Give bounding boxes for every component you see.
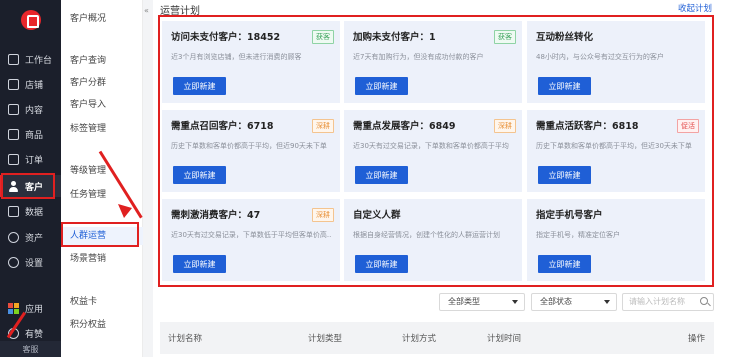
submenu-item-levels[interactable]: 等级管理 (61, 162, 143, 180)
status-select[interactable]: 全部状态 (531, 293, 617, 311)
nav-label: 资产 (25, 233, 44, 244)
nav-label: 内容 (25, 105, 44, 116)
submenu-item-points[interactable]: 积分权益 (61, 316, 143, 334)
nav-label: 工作台 (25, 55, 53, 66)
nav-item-workbench[interactable]: 工作台 (0, 48, 61, 70)
plan-search-input[interactable]: 请输入计划名称 (622, 293, 714, 311)
gear-icon (8, 256, 19, 268)
collapse-plan-link[interactable]: 收起计划 (678, 2, 712, 14)
main-content: 运营计划 收起计划 访问未支付客户：18452 近3个月有浏览店铺，但未进行消费… (153, 0, 730, 357)
col-plan-name: 计划名称 (168, 334, 203, 344)
table-header: 计划名称 计划类型 计划方式 计划时间 操作 (160, 322, 714, 354)
status-select-value: 全部状态 (540, 297, 572, 306)
support-button[interactable]: 客服 (0, 341, 61, 357)
search-icon[interactable] (700, 297, 708, 305)
caret-down-icon (604, 300, 610, 304)
nav-item-apps[interactable]: 应用 (0, 297, 61, 319)
arrowhead-icon (118, 204, 132, 218)
brand-logo-icon[interactable] (21, 10, 41, 30)
nav-item-store[interactable]: 店铺 (0, 73, 61, 95)
goods-icon (8, 128, 19, 140)
submenu-item-tags[interactable]: 标签管理 (61, 120, 143, 138)
secondary-menu: 客户概况 客户查询 客户分群 客户导入 标签管理 等级管理 任务管理 人群运营 … (61, 0, 167, 357)
nav-label: 店铺 (25, 80, 44, 91)
submenu-item-scene-marketing[interactable]: 场景营销 (61, 250, 143, 268)
col-actions: 操作 (688, 334, 706, 344)
support-label: 客服 (22, 344, 39, 354)
nav-item-asset[interactable]: 资产 (0, 226, 61, 248)
store-icon (8, 78, 19, 90)
col-plan-time: 计划时间 (487, 334, 522, 344)
chevron-left-icon: « (144, 6, 149, 15)
nav-item-order[interactable]: 订单 (0, 148, 61, 170)
asset-icon (8, 231, 19, 243)
nav-label: 商品 (25, 130, 44, 141)
nav-item-content[interactable]: 内容 (0, 98, 61, 120)
content-icon (8, 103, 19, 115)
search-placeholder: 请输入计划名称 (629, 297, 685, 306)
collapse-sidebar-handle[interactable]: « (143, 0, 153, 357)
nav-item-goods[interactable]: 商品 (0, 123, 61, 145)
highlight-box-customer (1, 173, 55, 199)
submenu-item-benefit-card[interactable]: 权益卡 (61, 293, 143, 311)
order-icon (8, 153, 19, 165)
apps-icon (8, 302, 19, 314)
nav-label: 数据 (25, 207, 44, 218)
highlight-box-crowd-ops (61, 222, 139, 247)
submenu-item-overview[interactable]: 客户概况 (61, 10, 143, 28)
type-select[interactable]: 全部类型 (439, 293, 525, 311)
nav-label: 应用 (25, 304, 44, 315)
monitor-icon (8, 53, 19, 65)
type-select-value: 全部类型 (448, 297, 480, 306)
data-icon (8, 205, 19, 217)
col-plan-type: 计划类型 (308, 334, 343, 344)
nav-label: 订单 (25, 155, 44, 166)
nav-label: 有赞 (25, 329, 44, 340)
nav-item-settings[interactable]: 设置 (0, 251, 61, 273)
submenu-item-query[interactable]: 客户查询 (61, 52, 143, 70)
col-plan-method: 计划方式 (402, 334, 437, 344)
highlight-box-plans (158, 15, 714, 287)
submenu-item-segment[interactable]: 客户分群 (61, 74, 143, 92)
app-root: 工作台 店铺 内容 商品 订单 客户 数据 资产 设置 应用 有赞 客服 客户概… (0, 0, 730, 357)
nav-item-data[interactable]: 数据 (0, 200, 61, 222)
caret-down-icon (512, 300, 518, 304)
submenu-item-import[interactable]: 客户导入 (61, 96, 143, 114)
nav-label: 设置 (25, 258, 44, 269)
